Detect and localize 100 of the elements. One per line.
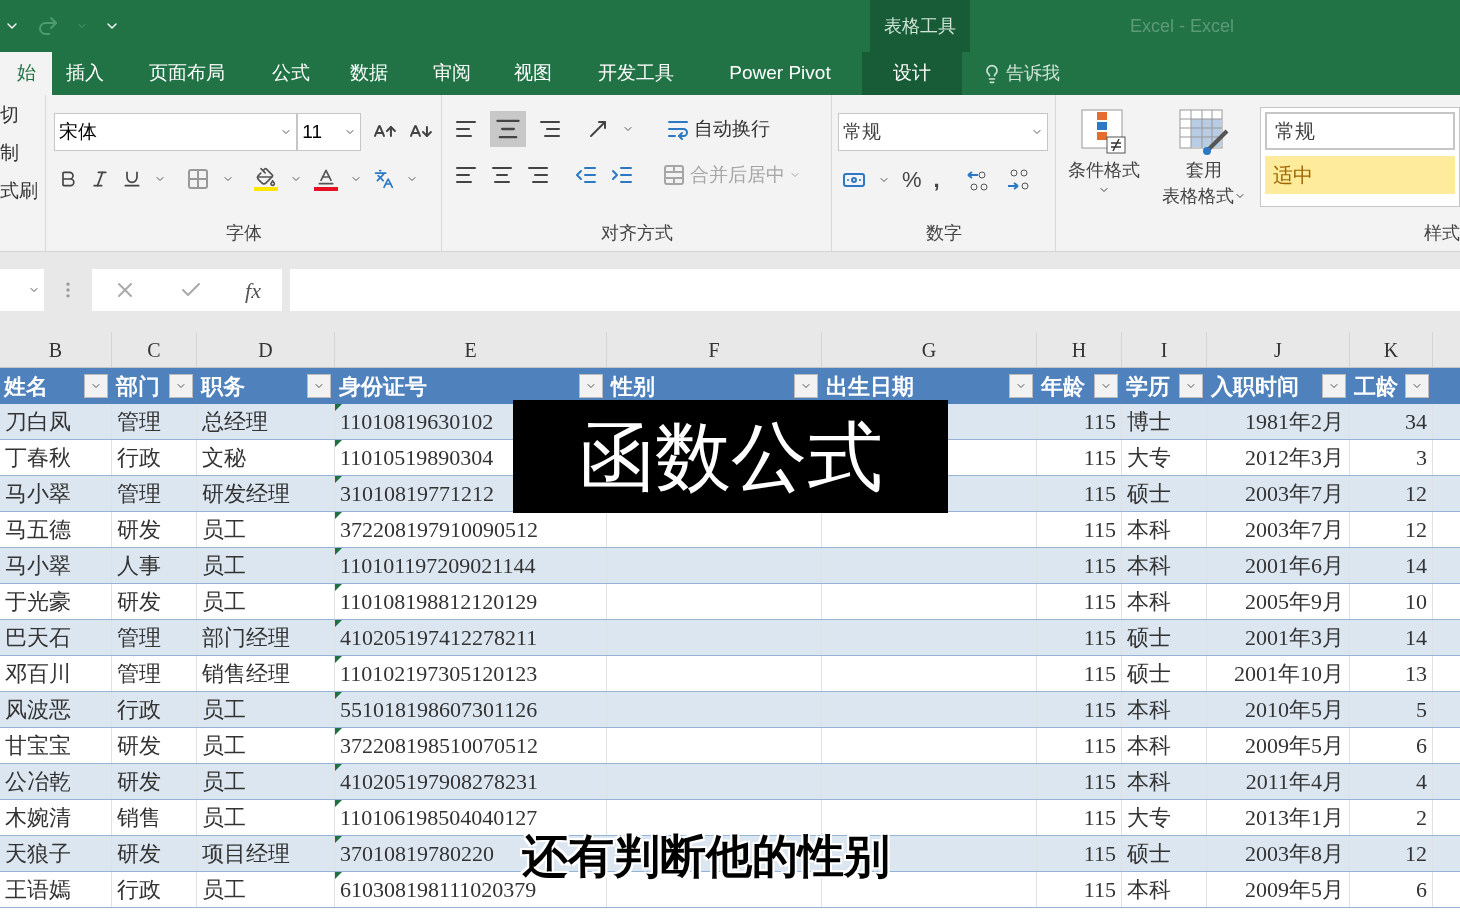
table-cell-text: 1981年2月 bbox=[1245, 408, 1344, 436]
column-header[interactable]: H bbox=[1037, 332, 1122, 367]
table-format-button[interactable]: 套用 表格格式 bbox=[1152, 107, 1256, 251]
table-cell-text: 巴天石 bbox=[5, 624, 71, 652]
tell-me-field[interactable]: 告诉我 bbox=[1006, 60, 1060, 87]
conditional-format-button[interactable]: 条件格式 bbox=[1056, 107, 1152, 251]
column-header[interactable]: G bbox=[822, 332, 1037, 367]
table-cell-text: 551018198607301126 bbox=[340, 696, 538, 724]
table-cell-text: 丁春秋 bbox=[5, 444, 71, 472]
font-size-field[interactable]: 11 bbox=[297, 113, 362, 151]
table-cell-text: 公冶乾 bbox=[5, 768, 71, 796]
table-cell-text: 13 bbox=[1405, 660, 1427, 688]
table-cell-text: 本科 bbox=[1127, 876, 1171, 904]
column-header[interactable]: F bbox=[607, 332, 822, 367]
table-cell-text: 马小翠 bbox=[5, 552, 71, 580]
table-cell-text: 管理 bbox=[117, 408, 161, 436]
table-cell-text: 115 bbox=[1083, 444, 1116, 472]
header-label: 性别 bbox=[611, 372, 655, 401]
fill-color-icon[interactable] bbox=[254, 167, 278, 191]
column-header[interactable]: C bbox=[112, 332, 197, 367]
table-cell-text: 本科 bbox=[1127, 588, 1171, 616]
table-cell-text: 110106198504040127 bbox=[340, 804, 538, 832]
column-header[interactable]: D bbox=[197, 332, 335, 367]
ribbon-tab[interactable]: 页面布局 bbox=[118, 52, 256, 95]
table-cell-text: 硕士 bbox=[1127, 624, 1171, 652]
table-cell-text: 10 bbox=[1405, 588, 1427, 616]
cell-style[interactable]: 常规 bbox=[1265, 112, 1455, 150]
header-label: 年龄 bbox=[1041, 372, 1085, 401]
table-cell-text: 610308198111020379 bbox=[340, 877, 537, 904]
clipboard-command[interactable]: 制 bbox=[0, 141, 19, 165]
table-cell-text: 文秘 bbox=[202, 444, 246, 472]
cell-style[interactable]: 适中 bbox=[1265, 156, 1455, 194]
table-cell-text: 于光豪 bbox=[5, 588, 71, 616]
table-cell-text: 硕士 bbox=[1127, 660, 1171, 688]
phonetic-icon[interactable] bbox=[374, 169, 394, 189]
column-header[interactable]: J bbox=[1207, 332, 1350, 367]
error-indicator-icon bbox=[335, 548, 342, 555]
table-cell-text: 员工 bbox=[202, 696, 246, 724]
ribbon-tab[interactable]: 设计 bbox=[862, 52, 962, 95]
ribbon-tab[interactable]: 视图 bbox=[492, 52, 574, 95]
ribbon-tab[interactable]: Power Pivot bbox=[698, 52, 862, 95]
table-cell-text: 大专 bbox=[1127, 804, 1171, 832]
table-cell-text: 14 bbox=[1405, 552, 1427, 580]
table-cell-text: 34 bbox=[1405, 408, 1427, 436]
table-cell-text: 硕士 bbox=[1127, 480, 1171, 508]
table-cell-text: 110102197305120123 bbox=[340, 660, 538, 688]
table-cell-text: 木婉清 bbox=[5, 804, 71, 832]
table-cell-text: 3 bbox=[1416, 444, 1427, 472]
table-cell-text: 410205197412278211 bbox=[340, 624, 538, 652]
insert-function-button[interactable]: fx bbox=[245, 273, 261, 307]
clipboard-command[interactable]: 切 bbox=[0, 103, 19, 127]
table-cell-text: 12 bbox=[1405, 840, 1427, 868]
table-cell-text: 员工 bbox=[202, 804, 246, 832]
ribbon-tab[interactable]: 数据 bbox=[326, 52, 412, 95]
context-group-label: 表格工具 bbox=[870, 0, 970, 52]
italic-icon[interactable] bbox=[90, 169, 110, 189]
font-color-icon[interactable] bbox=[314, 167, 338, 191]
table-cell-text: 115 bbox=[1083, 840, 1116, 868]
font-name-field[interactable]: 宋体 bbox=[54, 113, 298, 151]
ribbon-tab[interactable]: 审阅 bbox=[412, 52, 492, 95]
conditional-format-icon bbox=[1079, 107, 1129, 157]
ribbon-tab[interactable]: 开发工具 bbox=[574, 52, 698, 95]
table-cell-text: 410205197908278231 bbox=[340, 768, 538, 796]
header-label: 出生日期 bbox=[826, 372, 914, 401]
table-cell-text: 12 bbox=[1405, 480, 1427, 508]
column-header[interactable]: E bbox=[335, 332, 607, 367]
table-cell-text: 115 bbox=[1083, 696, 1116, 724]
table-cell-text: 6 bbox=[1416, 876, 1427, 904]
table-cell-text: 行政 bbox=[117, 876, 161, 904]
wrap-text-button[interactable]: 自动换行 bbox=[666, 114, 770, 144]
error-indicator-icon bbox=[335, 440, 342, 447]
underline-icon[interactable] bbox=[122, 169, 142, 189]
table-cell-text: 115 bbox=[1083, 768, 1116, 796]
borders-icon[interactable] bbox=[186, 167, 210, 191]
table-cell-text: 6 bbox=[1416, 732, 1427, 760]
table-cell-text: 员工 bbox=[202, 516, 246, 544]
comma-button[interactable]: , bbox=[933, 163, 940, 196]
table-cell-text: 2011年4月 bbox=[1245, 768, 1344, 796]
table-cell-text: 本科 bbox=[1127, 552, 1171, 580]
middle-align-icon[interactable] bbox=[490, 111, 526, 147]
table-cell-text: 11010819630102 bbox=[340, 408, 494, 436]
percent-button[interactable]: % bbox=[902, 163, 922, 196]
error-indicator-icon bbox=[335, 512, 342, 519]
ribbon-tab[interactable]: 插入 bbox=[52, 52, 118, 95]
number-format-field[interactable]: 常规 bbox=[838, 113, 1048, 151]
error-indicator-icon bbox=[335, 656, 342, 663]
column-header[interactable]: K bbox=[1350, 332, 1433, 367]
column-header[interactable]: I bbox=[1122, 332, 1207, 367]
ribbon-tab[interactable]: 始 bbox=[0, 52, 52, 95]
table-cell-text: 372208198510070512 bbox=[340, 732, 538, 760]
table-cell-text: 115 bbox=[1083, 552, 1116, 580]
table-cell-text: 员工 bbox=[202, 588, 246, 616]
error-indicator-icon bbox=[335, 584, 342, 591]
table-cell-text: 管理 bbox=[117, 624, 161, 652]
table-cell-text: 115 bbox=[1083, 876, 1116, 904]
ribbon-tab[interactable]: 公式 bbox=[256, 52, 326, 95]
table-cell-text: 研发 bbox=[117, 588, 161, 616]
header-label: 身份证号 bbox=[339, 372, 427, 401]
clipboard-command[interactable]: 式刷 bbox=[0, 179, 38, 203]
column-header[interactable]: B bbox=[0, 332, 112, 367]
